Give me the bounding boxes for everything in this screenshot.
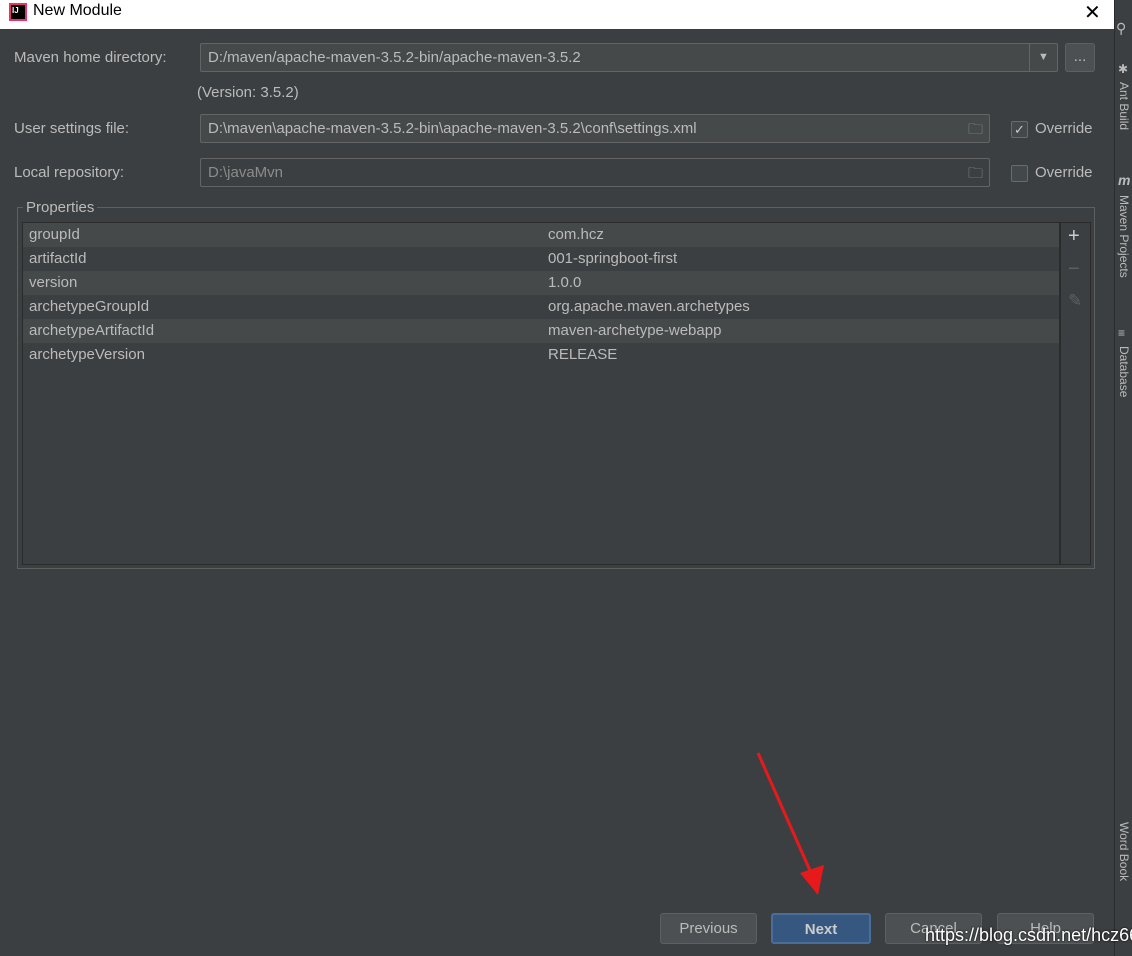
property-key: groupId bbox=[29, 226, 80, 243]
property-value: 001-springboot-first bbox=[548, 250, 678, 267]
edit-pencil-icon[interactable]: ✎ bbox=[1068, 291, 1082, 311]
watermark: https://blog.csdn.net/hcz666 bbox=[925, 925, 1132, 945]
folder-icon[interactable]: 🗀 bbox=[968, 163, 983, 188]
repo-override-label: Override bbox=[1035, 164, 1093, 181]
sidebar-item-word-book[interactable]: Word Book bbox=[1117, 822, 1131, 881]
settings-override-checkbox[interactable]: ✓ bbox=[1011, 121, 1028, 138]
intellij-logo-icon: IJ bbox=[9, 3, 27, 21]
remove-icon[interactable]: − bbox=[1068, 258, 1080, 281]
local-repo-input[interactable]: D:\javaMvn 🗀 bbox=[200, 158, 990, 187]
browse-button[interactable]: ... bbox=[1065, 43, 1095, 72]
maven-icon: m bbox=[1118, 172, 1131, 188]
table-row[interactable]: groupId com.hcz bbox=[23, 223, 1059, 247]
table-row[interactable]: archetypeGroupId org.apache.maven.archety… bbox=[23, 295, 1059, 319]
settings-file-input[interactable]: D:\maven\apache-maven-3.5.2-bin\apache-m… bbox=[200, 114, 990, 143]
sidebar-item-ant-build[interactable]: Ant Build bbox=[1117, 82, 1131, 130]
repo-label: Local repository: bbox=[14, 164, 125, 181]
table-row[interactable]: artifactId 001-springboot-first bbox=[23, 247, 1059, 271]
sidebar-item-maven-projects[interactable]: Maven Projects bbox=[1117, 195, 1131, 278]
previous-button[interactable]: Previous bbox=[660, 913, 757, 944]
table-row[interactable]: archetypeVersion RELEASE bbox=[23, 343, 1059, 367]
right-tool-strip: ⚲ ✱ Ant Build m Maven Projects ≡ Databas… bbox=[1114, 0, 1132, 956]
maven-home-combo[interactable]: D:/maven/apache-maven-3.5.2-bin/apache-m… bbox=[200, 43, 1058, 72]
sidebar-item-database[interactable]: Database bbox=[1117, 346, 1131, 397]
repo-override-checkbox[interactable] bbox=[1011, 165, 1028, 182]
properties-toolbar: + − ✎ bbox=[1060, 222, 1091, 565]
add-icon[interactable]: + bbox=[1068, 225, 1080, 248]
title-bar: IJ New Module ✕ bbox=[0, 0, 1114, 29]
search-icon[interactable]: ⚲ bbox=[1116, 20, 1126, 37]
window-title: New Module bbox=[33, 2, 122, 19]
maven-version: (Version: 3.5.2) bbox=[197, 84, 299, 101]
property-value: RELEASE bbox=[548, 346, 618, 363]
folder-icon[interactable]: 🗀 bbox=[968, 119, 983, 144]
ant-icon: ✱ bbox=[1118, 62, 1129, 76]
local-repo-value: D:\javaMvn bbox=[208, 164, 284, 181]
table-row[interactable]: archetypeArtifactId maven-archetype-webap… bbox=[23, 319, 1059, 343]
property-key: archetypeGroupId bbox=[29, 298, 150, 315]
maven-home-value: D:/maven/apache-maven-3.5.2-bin/apache-m… bbox=[208, 49, 581, 66]
property-value: maven-archetype-webapp bbox=[548, 322, 722, 339]
next-button[interactable]: Next bbox=[771, 913, 871, 944]
property-key: archetypeArtifactId bbox=[29, 322, 155, 339]
settings-override-label: Override bbox=[1035, 120, 1093, 137]
red-arrow-annotation bbox=[756, 752, 824, 895]
property-key: archetypeVersion bbox=[29, 346, 145, 363]
maven-home-label: Maven home directory: bbox=[14, 49, 167, 66]
property-key: version bbox=[29, 274, 78, 291]
properties-table: groupId com.hcz artifactId 001-springboot-… bbox=[22, 222, 1060, 565]
database-icon: ≡ bbox=[1118, 326, 1126, 340]
property-key: artifactId bbox=[29, 250, 87, 267]
settings-label: User settings file: bbox=[14, 120, 130, 137]
table-row[interactable]: version 1.0.0 bbox=[23, 271, 1059, 295]
settings-file-value: D:\maven\apache-maven-3.5.2-bin\apache-m… bbox=[208, 120, 697, 137]
property-value: 1.0.0 bbox=[548, 274, 582, 291]
property-value: com.hcz bbox=[548, 226, 604, 243]
property-value: org.apache.maven.archetypes bbox=[548, 298, 750, 315]
close-icon[interactable]: ✕ bbox=[1084, 0, 1101, 25]
chevron-down-icon[interactable]: ▼ bbox=[1029, 44, 1057, 71]
properties-legend: Properties bbox=[23, 199, 98, 216]
